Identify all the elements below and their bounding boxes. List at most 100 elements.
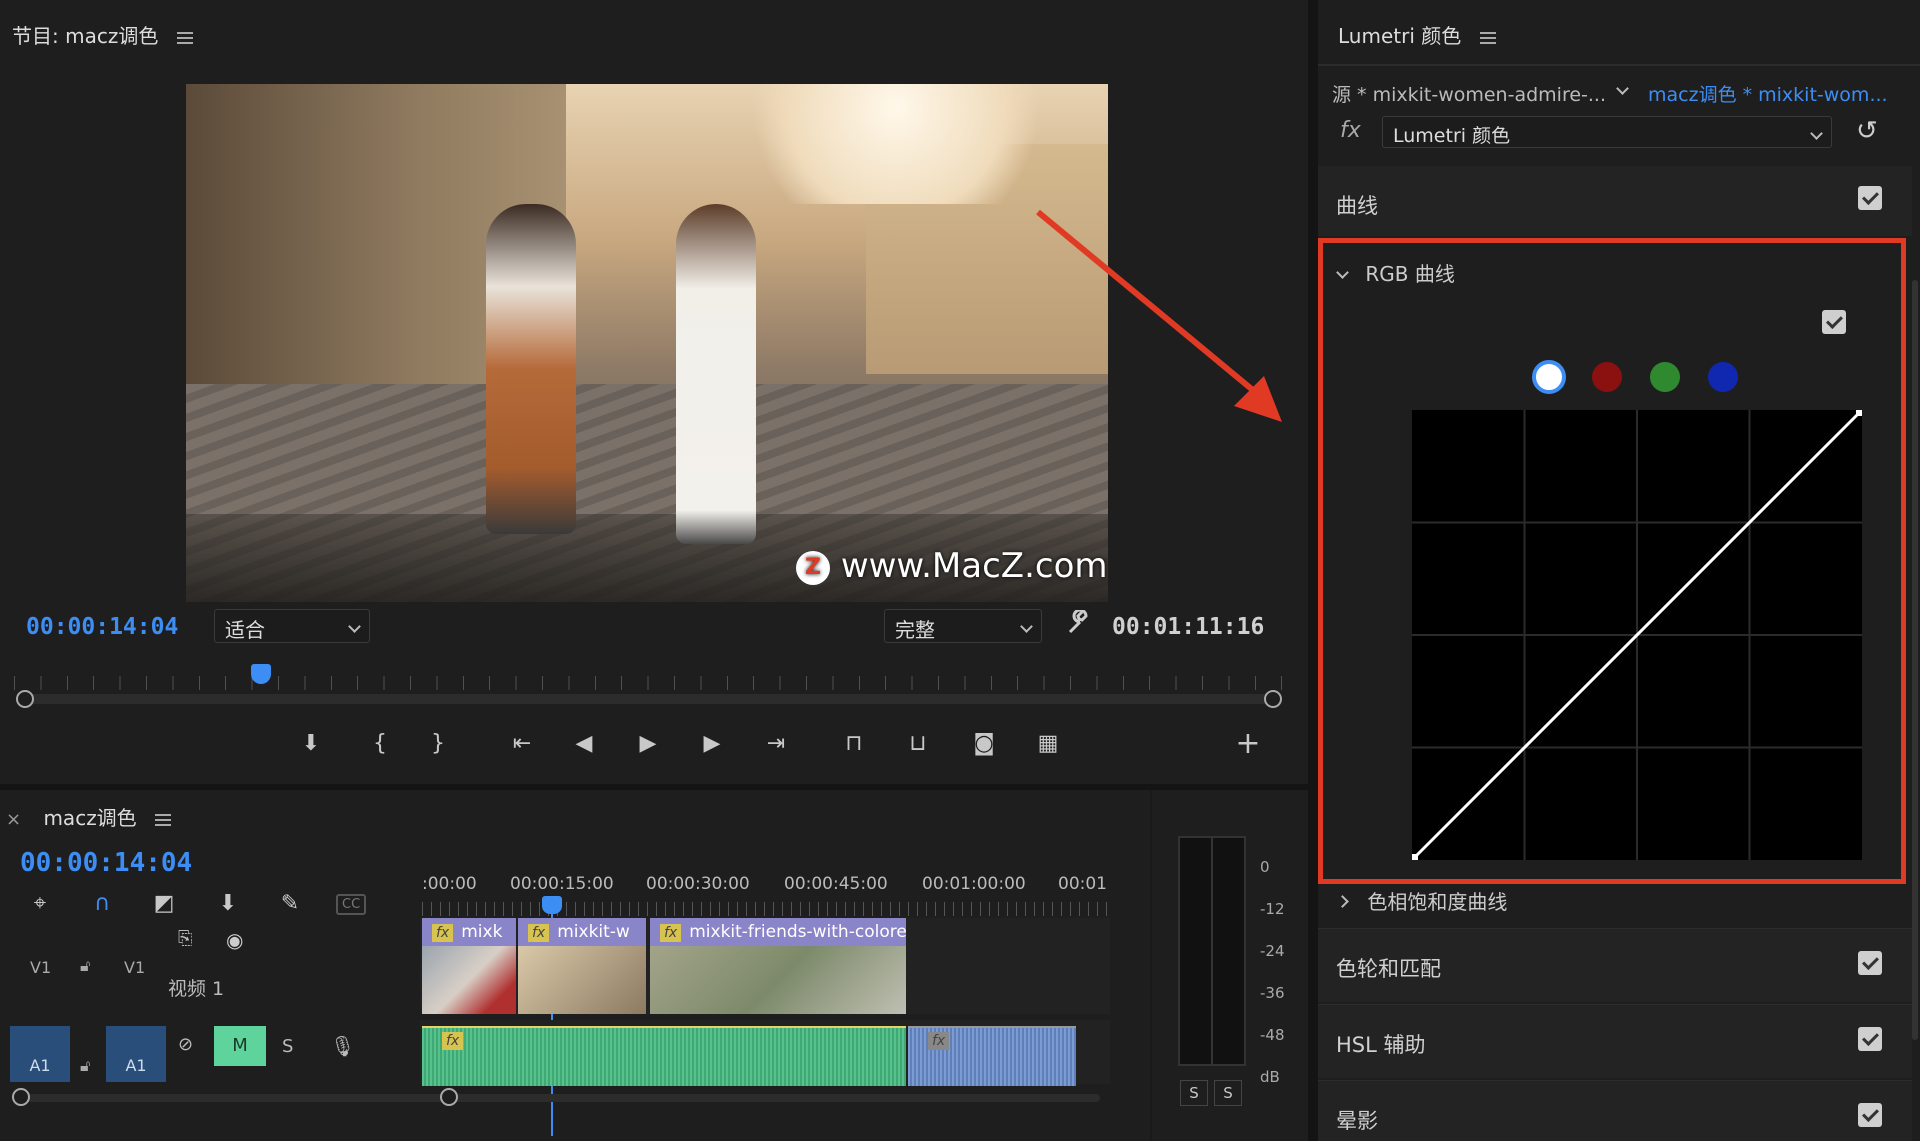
chevron-down-icon[interactable] [1616,82,1629,95]
add-marker-button[interactable]: ⬇ [293,726,329,762]
vignette-enable-checkbox[interactable] [1858,1103,1882,1127]
curve-point-white [1856,410,1862,416]
clip-label: mixk [461,922,503,942]
mute-button[interactable]: M [214,1026,266,1066]
go-to-in-button[interactable]: ⇤ [504,726,540,762]
add-button-icon[interactable]: + [1230,726,1266,762]
step-forward-button[interactable]: ▶ [694,726,730,762]
zoom-scrollbar-handle-left[interactable] [16,690,34,708]
program-playhead[interactable] [251,664,271,684]
program-duration-timecode: 00:01:11:16 [1112,614,1265,640]
snap-magnet-icon[interactable]: ∩ [84,886,120,922]
clip-thumbnail [422,946,516,1014]
audio-meter-panel: 0 -12 -24 -36 -48 dB S S [1152,790,1308,1141]
insert-overwrite-icon[interactable]: ⌖ [22,886,58,922]
play-button[interactable]: ▶ [630,726,666,762]
comparison-view-button[interactable]: ▦ [1030,726,1066,762]
timeline-tab-title: macz调色 [43,806,137,830]
meter-scale: 0 -12 -24 -36 -48 dB [1260,846,1285,1098]
zoom-select[interactable]: 适合 [214,609,370,643]
channel-red-button[interactable] [1592,362,1622,392]
video-clip[interactable]: fx mixk [422,918,516,1014]
watermark: Z www.MacZ.com [796,546,1108,586]
solo-button[interactable]: S [282,1036,293,1057]
video-track-source-label[interactable]: V1 [30,958,51,977]
rgb-curve-graph[interactable] [1412,410,1862,860]
hsl-secondary-section-header[interactable]: HSL 辅助 [1318,1004,1912,1078]
close-icon[interactable]: × [6,809,21,830]
curves-section-header[interactable]: 曲线 [1318,166,1912,236]
timeline-current-timecode[interactable]: 00:00:14:04 [20,848,192,878]
audio-clip[interactable]: fx [908,1026,1076,1086]
lumetri-scrollbar[interactable] [1912,280,1918,1040]
timeline-scrollbar[interactable] [20,1094,1100,1102]
panel-menu-icon[interactable] [176,31,193,44]
extract-button[interactable]: ⊔ [900,726,936,762]
eye-icon[interactable]: ◉ [226,928,243,952]
lift-button[interactable]: ⊓ [836,726,872,762]
timeline-scrollbar-handle[interactable] [12,1088,30,1106]
curves-enable-checkbox[interactable] [1858,186,1882,210]
channel-white-button[interactable] [1532,360,1566,394]
hue-saturation-curves-header[interactable]: 色相饱和度曲线 [1336,886,1508,915]
timeline-tab[interactable]: × macz调色 [6,802,172,831]
audio-clip[interactable]: fx [422,1026,906,1086]
add-marker-icon[interactable]: ⬇ [210,886,246,922]
meter-scale-label: dB [1260,1068,1280,1086]
program-current-timecode[interactable]: 00:00:14:04 [26,614,178,640]
linked-selection-icon[interactable]: ◩ [146,886,182,922]
panel-menu-icon[interactable] [1479,31,1496,44]
source-clip-tab[interactable]: 源 * mixkit-women-admire-... [1332,80,1606,107]
color-wheels-enable-checkbox[interactable] [1858,951,1882,975]
hue-saturation-curves-label: 色相饱和度曲线 [1367,890,1508,914]
timeline-scrollbar-handle[interactable] [440,1088,458,1106]
video-track-target-label[interactable]: V1 [124,958,145,977]
program-time-ruler[interactable] [14,676,1284,690]
go-to-out-button[interactable]: ⇥ [758,726,794,762]
video-track-name: 视频 1 [168,978,225,1000]
video-clip[interactable]: fx mixkit-friends-with-colore [650,918,906,1014]
hsl-secondary-enable-checkbox[interactable] [1858,1027,1882,1051]
clip-label: mixkit-friends-with-colore [689,922,906,942]
captions-icon[interactable]: CC [336,894,367,915]
reset-effect-icon[interactable]: ↺ [1856,116,1878,146]
zoom-scrollbar-handle-right[interactable] [1264,690,1282,708]
timeline-settings-wrench-icon[interactable]: ✎ [272,886,308,922]
program-monitor-title[interactable]: 节目: macz调色 [12,20,193,49]
export-frame-camera-icon[interactable]: ◙ [966,726,1002,762]
effect-select[interactable]: Lumetri 颜色 [1382,116,1832,148]
meter-solo-button[interactable]: S [1214,1080,1242,1106]
voiceover-mic-icon[interactable]: 🎙︎ [330,1034,355,1058]
channel-green-button[interactable] [1650,362,1680,392]
sequence-clip-tab[interactable]: macz调色 * mixkit-wom... [1648,80,1888,107]
ruler-label: 00:01 [1058,874,1107,894]
mark-out-button[interactable]: } [420,726,456,762]
zoom-scrollbar[interactable] [24,694,1274,704]
video-clip[interactable]: fx mixkit-w [518,918,646,1014]
wrench-settings-icon[interactable] [1064,608,1092,638]
color-wheels-label: 色轮和匹配 [1336,957,1441,981]
ruler-label: 00:00:30:00 [646,874,750,894]
lumetri-panel-title[interactable]: Lumetri 颜色 [1338,20,1496,49]
playback-resolution-select[interactable]: 完整 [884,609,1042,643]
effect-select-value: Lumetri 颜色 [1393,125,1511,147]
mark-in-button[interactable]: { [362,726,398,762]
step-back-button[interactable]: ◀ [566,726,602,762]
audio-track-source-label[interactable]: A1 [10,1026,70,1082]
clip-thumbnail [650,946,906,1014]
lock-icon[interactable]: 🔓︎ [80,956,90,976]
panel-menu-icon[interactable] [155,813,172,826]
vignette-section-header[interactable]: 晕影 [1318,1080,1912,1141]
lock-icon[interactable]: 🔓︎ [80,1056,90,1076]
toggle-sync-icon[interactable]: ⊘ [178,1034,193,1055]
sync-lock-icon[interactable]: ⎘ [178,928,192,949]
meter-solo-button[interactable]: S [1180,1080,1208,1106]
rgb-curves-header[interactable]: RGB 曲线 [1336,258,1455,287]
audio-track-target-label[interactable]: A1 [106,1026,166,1082]
color-wheels-section-header[interactable]: 色轮和匹配 [1318,928,1912,1002]
timeline-ruler-labels[interactable]: :00:00 00:00:15:00 00:00:30:00 00:00:45:… [422,874,1107,896]
rgb-curves-enable-checkbox[interactable] [1822,310,1846,334]
channel-blue-button[interactable] [1708,362,1738,392]
program-monitor-panel: 节目: macz调色 Z www.MacZ.com 00:00:14:04 适合… [0,0,1308,784]
sky [746,84,1046,204]
